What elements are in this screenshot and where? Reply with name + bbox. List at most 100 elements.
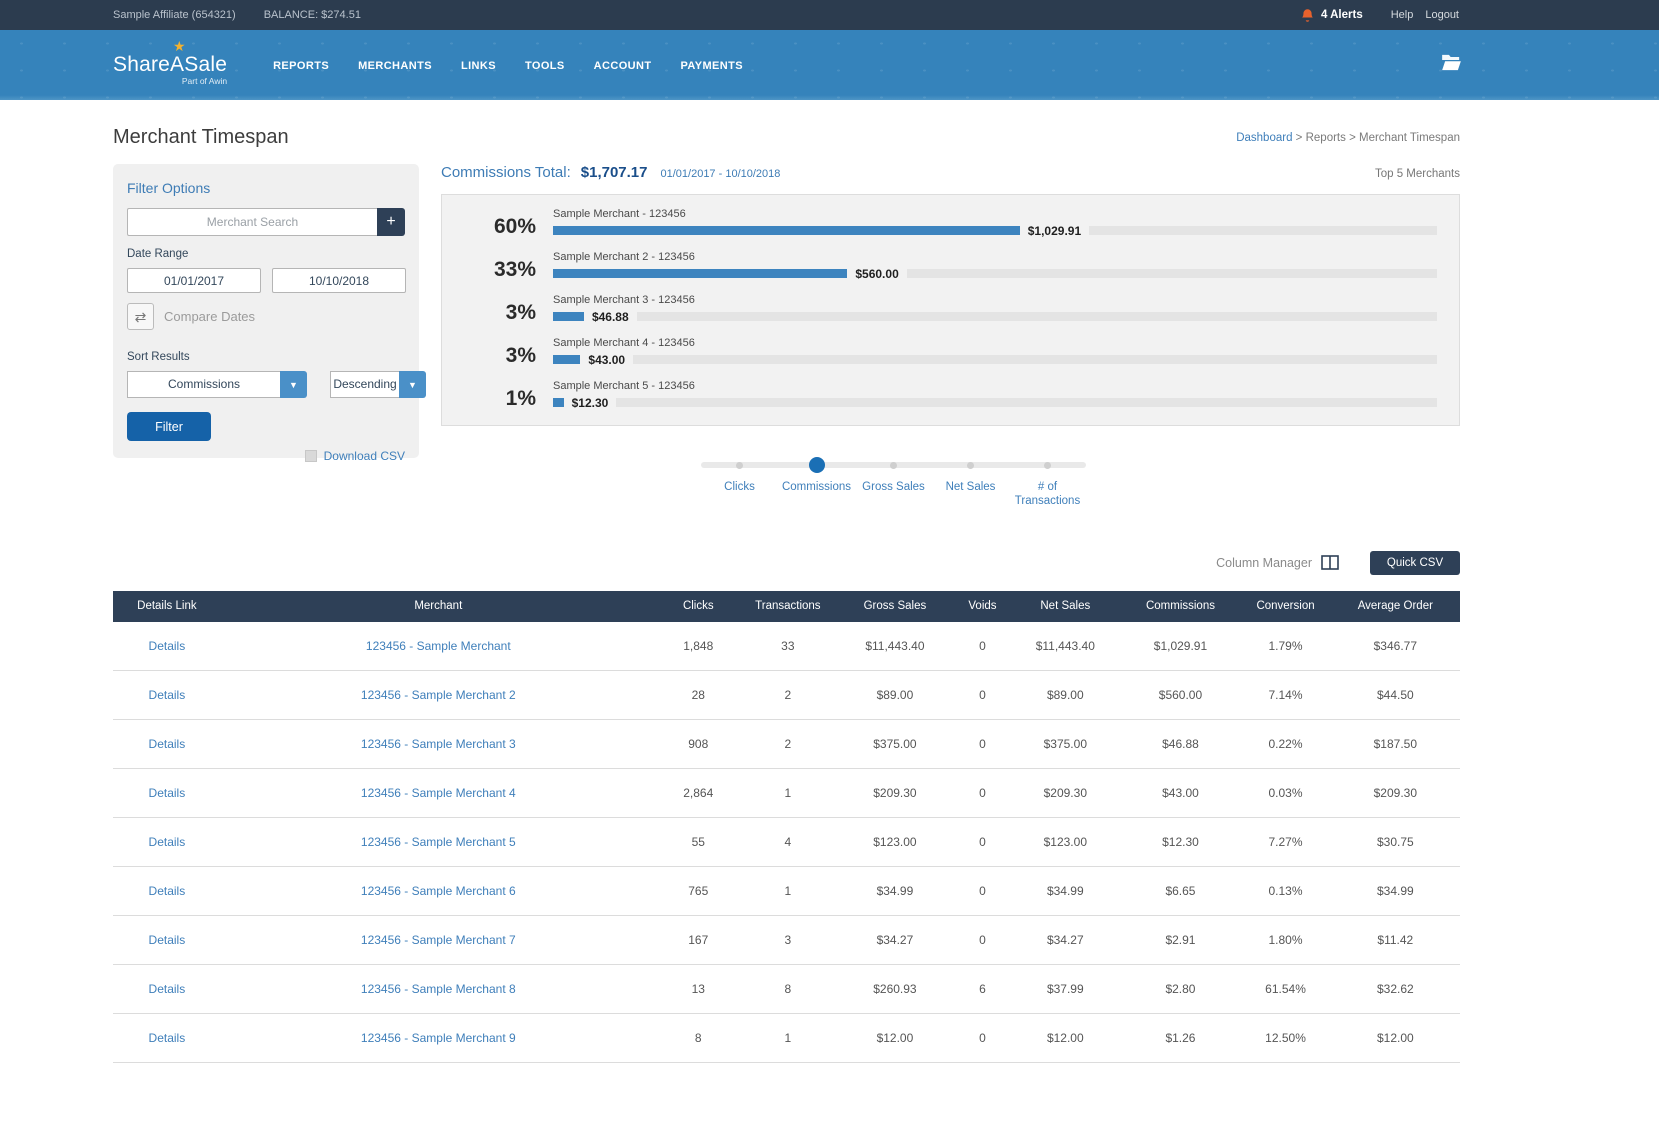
details-link[interactable]: Details xyxy=(149,1031,186,1045)
details-link[interactable]: Details xyxy=(149,933,186,947)
metric-tab-net-sales[interactable]: Net Sales xyxy=(932,457,1009,509)
table-cell: $12.00 xyxy=(1331,1014,1460,1063)
table-cell: $209.30 xyxy=(1010,769,1120,818)
table-row: Details 123456 - Sample Merchant 9 81 $12.0… xyxy=(113,1014,1460,1063)
table-cell: 3 xyxy=(741,916,835,965)
chevron-down-icon[interactable]: ▼ xyxy=(280,371,307,398)
merchant-link[interactable]: 123456 - Sample Merchant 4 xyxy=(361,786,516,800)
start-date-input[interactable] xyxy=(127,268,261,293)
help-link[interactable]: Help xyxy=(1391,9,1414,21)
col-header-commissions: Commissions xyxy=(1121,591,1241,622)
merchant-link[interactable]: 123456 - Sample Merchant 5 xyxy=(361,835,516,849)
metric-dot-active[interactable] xyxy=(809,457,825,473)
merchant-link[interactable]: 123456 - Sample Merchant 3 xyxy=(361,737,516,751)
table-cell: $32.62 xyxy=(1331,965,1460,1014)
metric-tab-label[interactable]: Commissions xyxy=(782,481,851,495)
filter-button[interactable]: Filter xyxy=(127,412,211,441)
col-header-voids: Voids xyxy=(955,591,1010,622)
table-cell: 1 xyxy=(741,1014,835,1063)
col-header-details-link: Details Link xyxy=(113,591,221,622)
logout-link[interactable]: Logout xyxy=(1425,9,1459,21)
columns-icon xyxy=(1321,555,1339,570)
nav-item-links[interactable]: LINKS xyxy=(461,60,496,72)
quick-csv-button[interactable]: Quick CSV xyxy=(1370,551,1460,575)
table-cell: 13 xyxy=(656,965,741,1014)
bar-value-label: $46.88 xyxy=(592,310,629,324)
chart-date-range: 01/01/2017 - 10/10/2018 xyxy=(661,168,781,180)
merchant-link[interactable]: 123456 - Sample Merchant xyxy=(366,639,511,653)
table-cell: $346.77 xyxy=(1331,622,1460,671)
details-link[interactable]: Details xyxy=(149,688,186,702)
metric-tab-of-transactions[interactable]: # of Transactions xyxy=(1009,457,1086,509)
bar-fill xyxy=(553,312,584,321)
details-link[interactable]: Details xyxy=(149,835,186,849)
table-cell: $89.00 xyxy=(835,671,955,720)
col-header-transactions: Transactions xyxy=(741,591,835,622)
details-link[interactable]: Details xyxy=(149,737,186,751)
folder-icon[interactable] xyxy=(1441,54,1462,76)
metric-tab-label[interactable]: Clicks xyxy=(724,481,755,495)
column-manager-label: Column Manager xyxy=(1216,556,1312,570)
metric-tab-commissions[interactable]: Commissions xyxy=(778,457,855,509)
bar-track xyxy=(616,398,1437,407)
details-link[interactable]: Details xyxy=(149,786,186,800)
table-cell: $46.88 xyxy=(1121,720,1241,769)
breadcrumb-reports: Reports xyxy=(1306,132,1346,144)
breadcrumb-separator: > xyxy=(1296,132,1303,144)
logo[interactable]: ★ ShareASale Part of Awin xyxy=(113,45,227,86)
bar-merchant-label: Sample Merchant 3 - 123456 xyxy=(553,294,1437,306)
details-link[interactable]: Details xyxy=(149,884,186,898)
bar-value-label: $12.30 xyxy=(572,396,609,410)
chart-bar-row: 3%Sample Merchant 3 - 123456$46.88 xyxy=(442,294,1459,323)
compare-dates-label: Compare Dates xyxy=(164,309,255,324)
nav-item-reports[interactable]: REPORTS xyxy=(273,60,329,72)
merchant-link[interactable]: 123456 - Sample Merchant 8 xyxy=(361,982,516,996)
metric-tab-label[interactable]: Gross Sales xyxy=(862,481,925,495)
merchant-link[interactable]: 123456 - Sample Merchant 7 xyxy=(361,933,516,947)
alerts-button[interactable]: 4 Alerts xyxy=(1300,8,1363,23)
details-link[interactable]: Details xyxy=(149,982,186,996)
column-manager-button[interactable]: Column Manager xyxy=(1216,555,1339,570)
bar-value-label: $43.00 xyxy=(588,353,625,367)
nav-item-tools[interactable]: TOOLS xyxy=(525,60,565,72)
table-cell: $123.00 xyxy=(1010,818,1120,867)
add-merchant-button[interactable]: + xyxy=(377,208,405,236)
merchant-search-input[interactable] xyxy=(127,208,377,236)
metric-dot[interactable] xyxy=(967,462,974,469)
sort-field-select[interactable]: Commissions ▼ xyxy=(127,371,307,398)
end-date-input[interactable] xyxy=(272,268,406,293)
details-link[interactable]: Details xyxy=(149,639,186,653)
metric-tab-gross-sales[interactable]: Gross Sales xyxy=(855,457,932,509)
merchant-link[interactable]: 123456 - Sample Merchant 6 xyxy=(361,884,516,898)
metric-dot[interactable] xyxy=(736,462,743,469)
table-cell: 0 xyxy=(955,867,1010,916)
topbar-account-info: Sample Affiliate (654321) BALANCE: $274.… xyxy=(113,9,361,21)
metric-dot[interactable] xyxy=(890,462,897,469)
metric-tab-clicks[interactable]: Clicks xyxy=(701,457,778,509)
metric-dot[interactable] xyxy=(1044,462,1051,469)
table-cell: 167 xyxy=(656,916,741,965)
col-header-gross-sales: Gross Sales xyxy=(835,591,955,622)
merchant-link[interactable]: 123456 - Sample Merchant 2 xyxy=(361,688,516,702)
table-cell: $11,443.40 xyxy=(835,622,955,671)
metric-tab-label[interactable]: # of Transactions xyxy=(1009,481,1086,509)
table-cell: 8 xyxy=(656,1014,741,1063)
metric-tab-label[interactable]: Net Sales xyxy=(946,481,996,495)
download-csv-checkbox[interactable] xyxy=(305,450,317,462)
table-cell: $1.26 xyxy=(1121,1014,1241,1063)
sort-direction-value: Descending xyxy=(330,371,399,398)
compare-dates-icon[interactable]: ⇄ xyxy=(127,303,154,330)
bar-percent-label: 3% xyxy=(442,345,553,366)
breadcrumb-dashboard[interactable]: Dashboard xyxy=(1236,132,1292,144)
nav-item-account[interactable]: ACCOUNT xyxy=(594,60,652,72)
main-nav: ★ ShareASale Part of Awin REPORTS MERCHAN… xyxy=(0,30,1659,100)
nav-item-merchants[interactable]: MERCHANTS xyxy=(358,60,432,72)
table-cell: $2.80 xyxy=(1121,965,1241,1014)
nav-item-payments[interactable]: PAYMENTS xyxy=(680,60,743,72)
merchant-link[interactable]: 123456 - Sample Merchant 9 xyxy=(361,1031,516,1045)
table-cell: $34.99 xyxy=(1010,867,1120,916)
sort-direction-select[interactable]: Descending ▼ xyxy=(330,371,426,398)
chevron-down-icon[interactable]: ▼ xyxy=(399,371,426,398)
download-csv-label[interactable]: Download CSV xyxy=(324,449,405,463)
metric-selector: Clicks Commissions Gross Sales Net Sales # o… xyxy=(701,457,1086,509)
